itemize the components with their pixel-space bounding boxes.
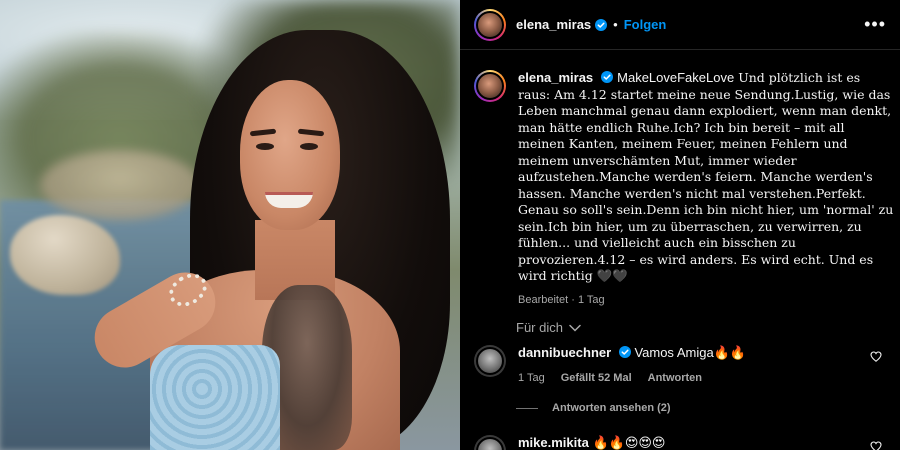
photo-left-eye [256,143,274,150]
comment-reply-button[interactable]: Antworten [648,372,702,384]
view-replies-label: Antworten ansehen (2) [552,402,671,414]
caption-body: Und plötzlich ist es raus: Am 4.12 start… [518,70,894,283]
author-avatar[interactable] [474,8,506,41]
heart-icon[interactable] [870,441,882,450]
more-options-icon[interactable]: ••• [864,15,886,33]
replies-divider [516,407,538,409]
comment-time[interactable]: 1 Tag [518,372,545,384]
comment-item: dannibuechner Vamos Amiga🔥🔥 1 Tag Gefäll… [474,345,894,384]
comment-filter-dropdown[interactable]: Für dich [516,320,581,335]
instagram-post-view: elena_miras • Folgen ••• elena_miras Mak… [0,0,900,450]
post-side-panel: elena_miras • Folgen ••• elena_miras Mak… [460,0,900,450]
heart-icon[interactable] [870,351,882,362]
caption-time[interactable]: 1 Tag [578,294,605,306]
post-header: elena_miras • Folgen ••• [460,0,900,50]
commenter-username[interactable]: dannibuechner [518,345,611,360]
verified-badge-icon [595,18,608,31]
photo-right-eye [300,143,318,150]
view-replies-button[interactable]: Antworten ansehen (2) [516,402,671,414]
comment-text: Vamos Amiga🔥🔥 [634,345,747,360]
comment-likes[interactable]: Gefällt 52 Mal [561,372,632,384]
commenter-avatar[interactable] [474,435,506,450]
verified-badge-icon [601,71,614,83]
edited-label: Bearbeitet [518,293,569,306]
photo-dress [150,345,280,450]
commenter-avatar[interactable] [474,345,506,377]
caption-username[interactable]: elena_miras [518,70,593,85]
photo-rock-back [40,150,200,220]
comment-text: 🔥🔥😍😍😍 [592,435,666,450]
comment-item: mike.mikita 🔥🔥😍😍😍 [474,435,894,450]
author-username[interactable]: elena_miras [516,17,591,32]
post-caption: elena_miras MakeLoveFakeLove Und plötzli… [474,70,894,306]
verified-badge-icon [618,346,631,358]
comment-filter-label: Für dich [516,320,563,335]
commenter-username[interactable]: mike.mikita [518,435,589,450]
caption-text-block: elena_miras MakeLoveFakeLove Und plötzli… [518,70,894,285]
separator-dot: • [613,17,618,32]
post-photo[interactable] [0,0,460,450]
caption-hashtag[interactable]: MakeLoveFakeLove [617,70,734,85]
follow-button[interactable]: Folgen [624,17,667,32]
chevron-down-icon [569,324,581,332]
comment-meta: 1 Tag Gefällt 52 Mal Antworten [518,372,858,384]
caption-avatar[interactable] [474,70,506,102]
caption-meta: Bearbeitet · 1 Tag [518,293,605,306]
